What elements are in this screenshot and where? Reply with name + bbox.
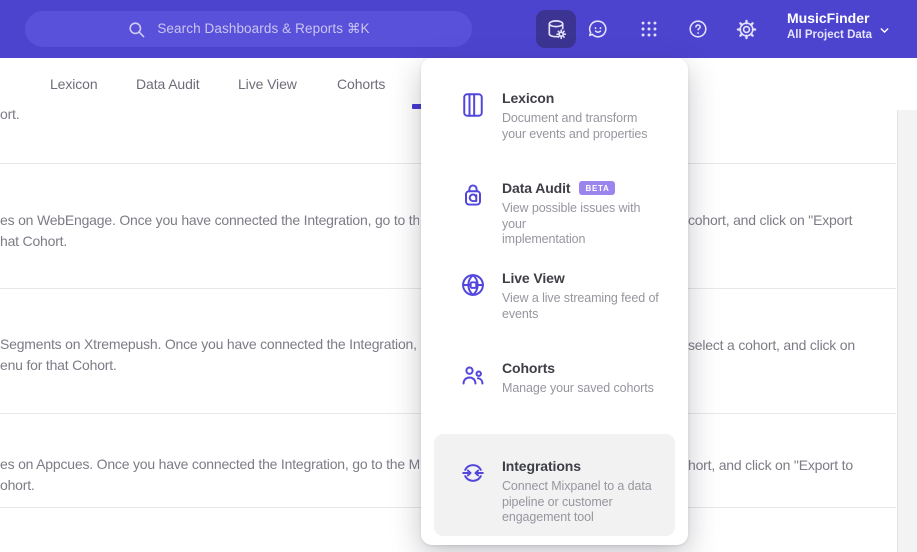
row-text-fragment: es on Appcues. Once you have connected t… — [0, 456, 419, 472]
menu-item-integrations[interactable]: Integrations Connect Mixpanel to a data … — [434, 434, 675, 536]
settings-button[interactable] — [726, 10, 766, 48]
menu-item-description: View possible issues with your implement… — [502, 201, 641, 246]
menu-item-live-view[interactable]: Live View View a live streaming feed of … — [434, 254, 675, 344]
menu-item-description: Document and transform your events and p… — [502, 111, 648, 141]
row-text-fragment: es on WebEngage. Once you have connected… — [0, 212, 419, 228]
menu-item-description: Connect Mixpanel to a data pipeline or c… — [502, 479, 652, 524]
help-button[interactable] — [678, 10, 718, 48]
people-icon — [459, 361, 487, 389]
book-icon — [459, 91, 487, 119]
sync-arrows-icon — [459, 459, 487, 487]
row-text-fragment: enu for that Cohort. — [0, 357, 117, 373]
top-nav: Search Dashboards & Reports ⌘K MusicFind… — [0, 0, 917, 58]
help-icon — [687, 18, 709, 40]
menu-item-title: Cohorts — [502, 360, 555, 376]
globe-icon — [459, 271, 487, 299]
search-placeholder: Search Dashboards & Reports ⌘K — [157, 21, 370, 36]
mixpanel-app: ort. es on WebEngage. Once you have conn… — [0, 0, 917, 552]
project-scope: All Project Data — [787, 29, 872, 41]
settings-gear-icon — [735, 18, 758, 41]
row-text-fragment: Segments on Xtremepush. Once you have co… — [0, 336, 417, 352]
feedback-bubble-icon — [587, 18, 609, 40]
row-text-fragment: hort, and click on "Export to — [688, 457, 853, 473]
scrollbar-track[interactable] — [897, 110, 917, 552]
menu-item-title: Lexicon — [502, 90, 555, 106]
search-input[interactable]: Search Dashboards & Reports ⌘K — [25, 11, 472, 47]
tab-data-audit[interactable]: Data Audit — [136, 58, 200, 110]
row-text-fragment: cohort, and click on "Export — [688, 212, 853, 228]
audit-lock-icon — [459, 181, 487, 209]
search-icon — [127, 20, 146, 39]
menu-item-description: Manage your saved cohorts — [502, 381, 654, 395]
menu-item-description: View a live streaming feed of events — [502, 291, 659, 321]
project-switcher[interactable]: MusicFinder All Project Data — [787, 8, 872, 43]
row-text-fragment: hat Cohort. — [0, 233, 68, 249]
feedback-button[interactable] — [578, 10, 618, 48]
apps-grid-icon — [638, 18, 660, 40]
apps-button[interactable] — [629, 10, 669, 48]
tab-lexicon[interactable]: Lexicon — [50, 58, 98, 110]
row-text-fragment: ohort. — [0, 477, 35, 493]
data-management-icon — [545, 18, 568, 41]
data-management-button[interactable] — [536, 10, 576, 48]
beta-badge: BETA — [579, 181, 616, 195]
chevron-down-icon[interactable] — [875, 21, 893, 39]
menu-item-cohorts[interactable]: Cohorts Manage your saved cohorts — [434, 344, 675, 434]
menu-item-data-audit[interactable]: Data Audit BETA View possible issues wit… — [434, 164, 675, 254]
data-management-dropdown: Lexicon Document and transform your even… — [421, 58, 688, 545]
menu-item-lexicon[interactable]: Lexicon Document and transform your even… — [434, 74, 675, 164]
tab-live-view[interactable]: Live View — [238, 58, 297, 110]
menu-item-title: Integrations — [502, 458, 581, 474]
row-text-fragment: select a cohort, and click on — [688, 337, 855, 353]
project-name: MusicFinder — [787, 10, 870, 26]
menu-item-title: Live View — [502, 270, 565, 286]
menu-item-title: Data Audit — [502, 180, 571, 196]
tab-cohorts[interactable]: Cohorts — [337, 58, 385, 110]
